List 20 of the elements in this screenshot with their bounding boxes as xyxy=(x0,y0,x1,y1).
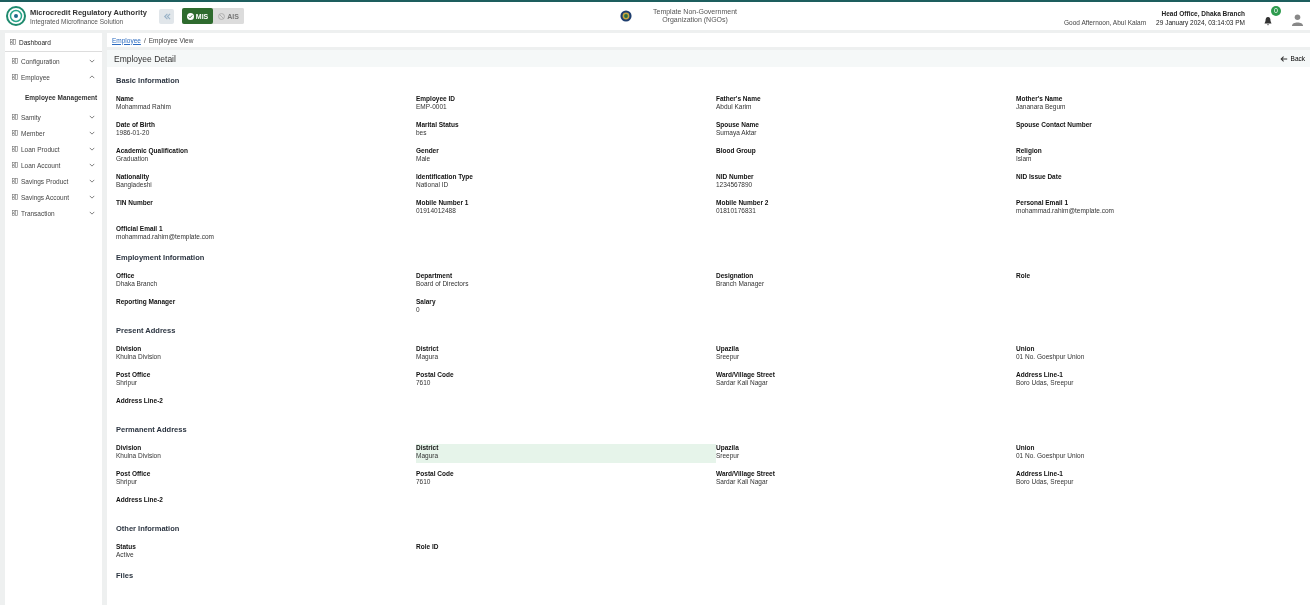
disabled-icon xyxy=(218,12,226,20)
logo-icon xyxy=(6,6,26,26)
menu-item-icon xyxy=(12,130,18,136)
menu-item-icon xyxy=(10,39,16,45)
menu-item-icon xyxy=(12,58,18,64)
menu-item-icon xyxy=(12,74,18,80)
sidebar-toggle-button[interactable] xyxy=(158,8,174,24)
check-icon xyxy=(186,12,194,20)
back-arrow-icon xyxy=(1279,54,1288,63)
menu-item-icon xyxy=(12,162,18,168)
menu-item-icon xyxy=(12,178,18,184)
collapse-icon xyxy=(161,11,171,21)
avatar-icon[interactable] xyxy=(1291,13,1304,26)
menu-item-icon xyxy=(12,210,18,216)
page-title: Employee Detail xyxy=(114,53,176,64)
menu-item-icon xyxy=(12,114,18,120)
bell-icon xyxy=(1263,16,1273,26)
emblem-icon xyxy=(620,10,633,22)
menu-item-icon xyxy=(12,194,18,200)
menu-item-icon xyxy=(12,146,18,152)
